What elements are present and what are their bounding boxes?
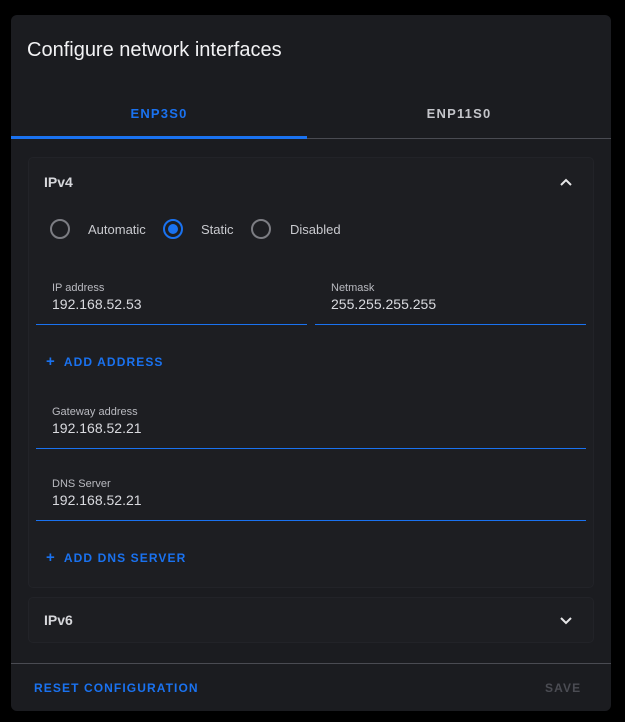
chevron-down-icon[interactable]	[559, 613, 573, 627]
gateway-underline	[36, 448, 586, 449]
active-tab-indicator	[11, 136, 307, 139]
ip-address-field[interactable]: IP address 192.168.52.53	[36, 276, 307, 326]
dialog-title: Configure network interfaces	[27, 39, 282, 61]
ipv6-title: IPv6	[44, 612, 73, 628]
radio-label-static[interactable]: Static	[201, 222, 234, 237]
dns-server-underline	[36, 520, 586, 521]
plus-icon: +	[46, 353, 56, 370]
ip-address-value[interactable]: 192.168.52.53	[52, 296, 142, 312]
ip-address-label: IP address	[52, 282, 105, 294]
netmask-label: Netmask	[331, 282, 375, 294]
netmask-value[interactable]: 255.255.255.255	[331, 296, 436, 312]
netmask-field[interactable]: Netmask 255.255.255.255	[315, 276, 586, 326]
reset-configuration-button[interactable]: RESET CONFIGURATION	[34, 681, 199, 695]
configure-network-dialog: Configure network interfaces ENP3S0 ENP1…	[11, 15, 611, 711]
add-address-label: ADD ADDRESS	[63, 355, 164, 369]
dns-server-label: DNS Server	[52, 478, 111, 490]
ip-address-underline	[36, 324, 307, 325]
ipv4-title: IPv4	[44, 174, 73, 190]
radio-automatic[interactable]	[50, 219, 70, 239]
radio-disabled[interactable]	[251, 219, 271, 239]
footer-divider	[11, 663, 611, 664]
netmask-underline	[315, 324, 586, 325]
tab-enp11s0[interactable]: ENP11S0	[311, 90, 607, 138]
radio-label-disabled[interactable]: Disabled	[290, 222, 341, 237]
ipv6-panel-header[interactable]: IPv6	[28, 597, 594, 643]
add-address-button[interactable]: + ADD ADDRESS	[46, 353, 164, 370]
plus-icon: +	[46, 549, 56, 566]
ipv4-panel: IPv4 Automatic Static Disabled IP addres…	[28, 157, 594, 588]
radio-label-automatic[interactable]: Automatic	[88, 222, 146, 237]
gateway-label: Gateway address	[52, 406, 138, 418]
gateway-field[interactable]: Gateway address 192.168.52.21	[36, 400, 586, 450]
gateway-value[interactable]: 192.168.52.21	[52, 420, 142, 436]
dns-server-field[interactable]: DNS Server 192.168.52.21	[36, 472, 586, 522]
add-dns-server-label: ADD DNS SERVER	[63, 551, 187, 565]
radio-static[interactable]	[163, 219, 183, 239]
save-button[interactable]: SAVE	[545, 681, 581, 695]
ipv4-panel-header[interactable]: IPv4	[29, 158, 593, 206]
add-dns-server-button[interactable]: + ADD DNS SERVER	[46, 549, 186, 566]
chevron-up-icon[interactable]	[559, 175, 573, 189]
dns-server-value[interactable]: 192.168.52.21	[52, 492, 142, 508]
tab-enp3s0[interactable]: ENP3S0	[11, 90, 307, 138]
